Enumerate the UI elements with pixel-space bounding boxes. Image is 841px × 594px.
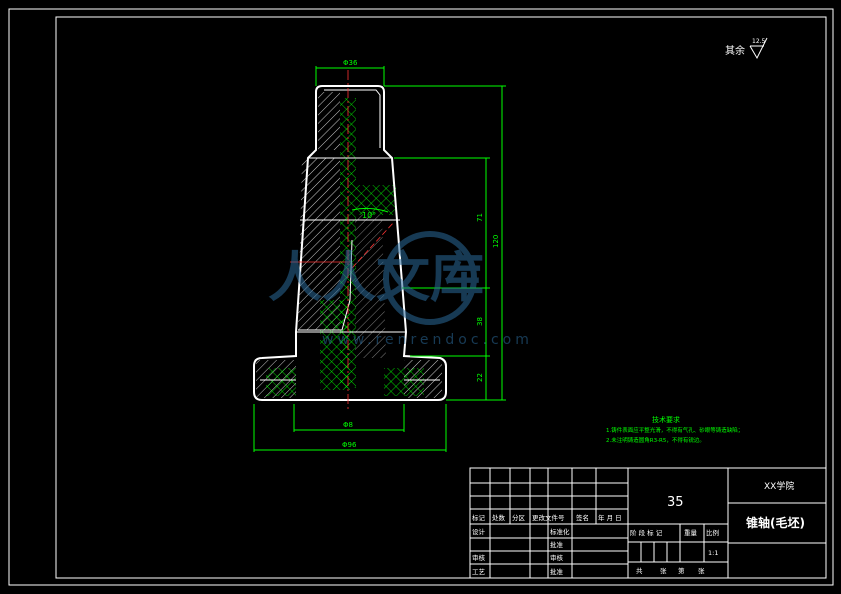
tech-req-line-1: 1.铸件表面应平整光滑，不得有气孔、砂眼等铸造缺陷； <box>606 426 743 434</box>
header-date: 年 月 日 <box>598 513 622 522</box>
sheet-no: 第 <box>678 566 685 575</box>
weight-label: 重量 <box>684 529 698 537</box>
school-name: XX学院 <box>764 480 794 492</box>
dim-base-height: 22 <box>476 373 484 382</box>
row-review: 审核 <box>472 553 486 562</box>
scale-value: 1:1 <box>708 549 718 557</box>
header-zone: 分区 <box>512 513 526 522</box>
row-approve-2: 批准 <box>550 567 564 576</box>
roughness-label: 其余 <box>725 44 745 57</box>
row-process: 工艺 <box>472 568 486 576</box>
dim-top-width: Φ36 <box>343 59 358 67</box>
part-name: 锥轴(毛坯) <box>746 515 805 530</box>
row-approve-1: 批准 <box>550 540 564 549</box>
tech-requirements: 技术要求 1.铸件表面应平整光滑，不得有气孔、砂眼等铸造缺陷； 2.未注明铸造圆… <box>606 415 743 444</box>
sheet-unit-2: 张 <box>698 566 705 575</box>
header-count: 处数 <box>492 513 506 522</box>
cad-drawing: 其余 12.5 Φ36 Φ96 Φ8 10° 120 71 38 22 人人文库… <box>8 8 834 586</box>
dim-angle: 10° <box>362 211 376 220</box>
row-design: 设计 <box>472 527 486 536</box>
sheet-unit-1: 张 <box>660 566 667 575</box>
sheet-total: 共 <box>636 566 643 575</box>
roughness-note: 其余 12.5 <box>725 37 768 60</box>
dim-mid-height: 71 <box>476 213 484 222</box>
scale-label: 比例 <box>706 528 719 537</box>
header-sign: 签名 <box>576 513 589 522</box>
dim-lower-height: 38 <box>476 317 484 326</box>
stage-label: 阶 段 标 记 <box>630 528 663 537</box>
header-doc: 更改文件号 <box>532 513 565 522</box>
row-audit: 审核 <box>550 553 564 562</box>
part-section <box>253 70 447 412</box>
material: 35 <box>667 495 684 510</box>
dim-bore: Φ8 <box>343 421 353 429</box>
tech-req-line-2: 2.未注明铸造圆角R3-R5，不得有锐边。 <box>606 436 705 444</box>
dim-total-height: 120 <box>492 235 500 248</box>
watermark-url: www.renrendoc.com <box>322 332 533 348</box>
tech-req-title: 技术要求 <box>652 415 680 424</box>
row-standard: 标准化 <box>550 527 570 536</box>
watermark-brand: 人人文库 <box>268 246 484 309</box>
header-mark: 标记 <box>472 513 486 522</box>
dim-bottom-width: Φ96 <box>342 441 357 449</box>
watermark: 人人文库 www.renrendoc.com <box>268 231 533 348</box>
